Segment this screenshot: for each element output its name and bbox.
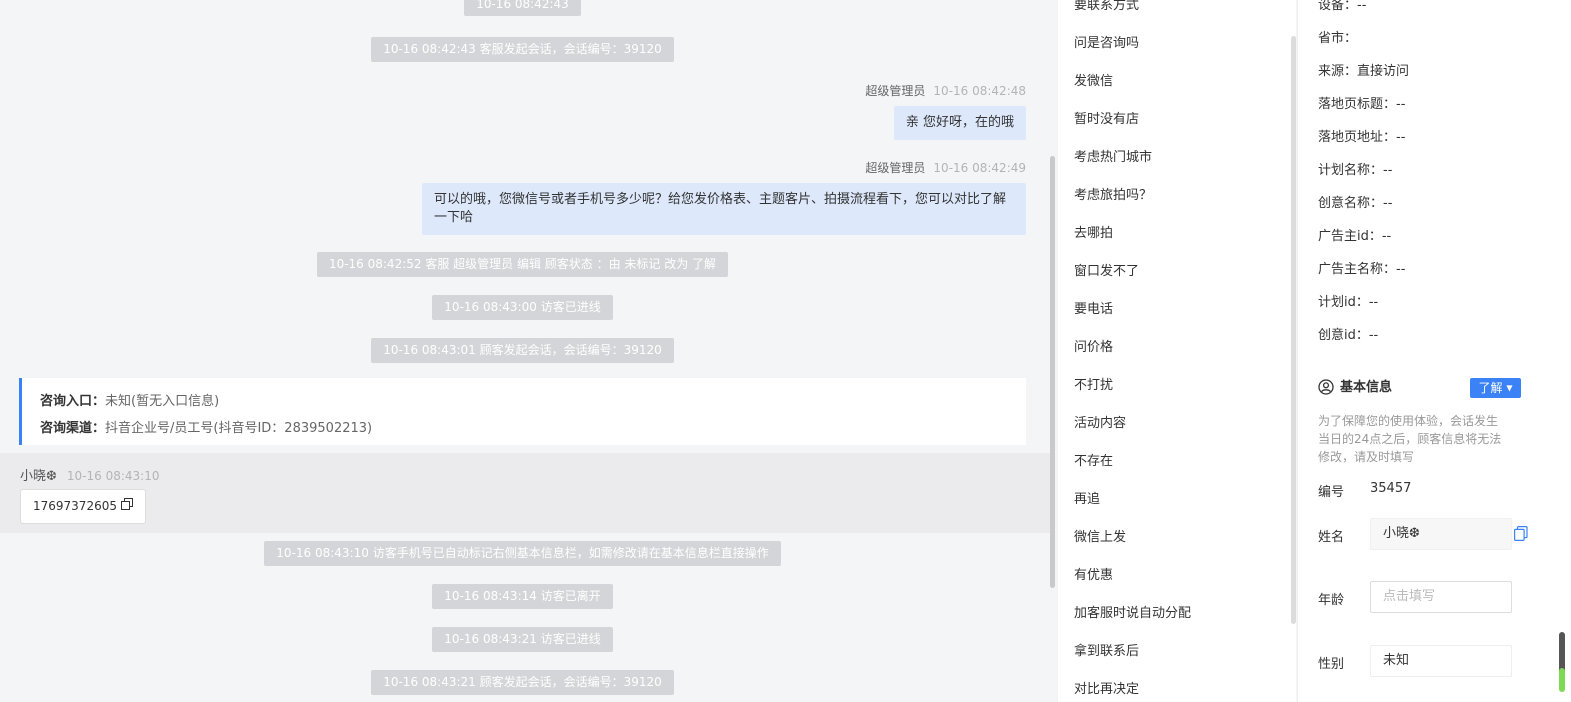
quick-reply-panel: 要联系方式 问是咨询吗 发微信 暂时没有店 考虑热门城市 考虑旅拍吗？ 去哪拍 …	[1058, 0, 1296, 702]
quick-reply-item[interactable]: 窗口发不了	[1074, 262, 1139, 282]
sender-name: 超级管理员	[865, 84, 926, 98]
info-scrollbar-indicator	[1559, 668, 1565, 692]
system-message: 10-16 08:43:00 访客已进线	[0, 295, 1045, 320]
system-message: 10-16 08:42:43	[0, 0, 1045, 16]
consult-entry-row: 咨询入口：未知(暂无入口信息)	[40, 388, 1026, 415]
age-input[interactable]: 点击填写	[1370, 581, 1512, 613]
agent-message-bubble[interactable]: 可以的哦，您微信号或者手机号多少呢？给您发价格表、主题客片、拍摄流程看下，您可以…	[422, 183, 1026, 235]
quick-reply-item[interactable]: 问价格	[1074, 338, 1113, 358]
agent-message-bubble[interactable]: 亲 您好呀，在的哦	[893, 106, 1026, 140]
info-landing-url: 落地页地址：--	[1318, 130, 1406, 145]
basic-info-header: 基本信息	[1318, 377, 1392, 399]
consult-channel-row: 咨询渠道：抖音企业号/员工号(抖音号ID：2839502213)	[40, 415, 1026, 442]
info-plan-name: 计划名称：--	[1318, 163, 1393, 178]
consult-entry-label: 咨询入口：	[40, 394, 106, 409]
quick-reply-item[interactable]: 发微信	[1074, 72, 1113, 92]
agent-message-meta: 超级管理员 10-16 08:42:48	[865, 82, 1026, 99]
quick-reply-item[interactable]: 微信上发	[1074, 528, 1126, 548]
message-time: 10-16 08:42:49	[933, 161, 1026, 175]
consult-channel-value: 抖音企业号/员工号(抖音号ID：2839502213)	[105, 421, 373, 436]
quick-reply-item[interactable]: 对比再决定	[1074, 680, 1139, 700]
quick-reply-scrollbar[interactable]	[1291, 36, 1296, 624]
quick-reply-item[interactable]: 再追	[1074, 490, 1100, 510]
visitor-message-text: 17697372605	[33, 499, 117, 513]
quick-reply-item[interactable]: 问是咨询吗	[1074, 34, 1139, 54]
basic-info-title: 基本信息	[1340, 380, 1393, 395]
visitor-message-meta: 小晓❆ 10-16 08:43:10	[20, 465, 159, 484]
copy-icon[interactable]	[1514, 526, 1528, 545]
quick-reply-item[interactable]: 不存在	[1074, 452, 1113, 472]
message-time: 10-16 08:43:10	[66, 469, 160, 483]
system-message: 10-16 08:42:43 客服发起会话，会话编号：39120	[0, 37, 1045, 62]
chat-scrollbar[interactable]	[1050, 156, 1055, 588]
customer-info-panel: 设备：-- 省市： 来源：直接访问 落地页标题：-- 落地页地址：-- 计划名称…	[1297, 0, 1571, 702]
consult-info-card: 咨询入口：未知(暂无入口信息) 咨询渠道：抖音企业号/员工号(抖音号ID：283…	[19, 378, 1026, 445]
system-message: 10-16 08:43:10 访客手机号已自动标记右侧基本信息栏，如需修改请在基…	[0, 541, 1045, 566]
consult-channel-label: 咨询渠道：	[40, 421, 106, 436]
system-message: 10-16 08:43:14 访客已离开	[0, 584, 1045, 609]
customer-status-dropdown[interactable]: 了解 ▼	[1470, 378, 1521, 398]
name-label: 姓名	[1318, 530, 1345, 545]
info-device: 设备：--	[1318, 0, 1367, 13]
quick-reply-item[interactable]: 考虑热门城市	[1074, 148, 1152, 168]
edit-deadline-tip: 为了保障您的使用体验，会话发生当日的24点之后，顾客信息将无法修改，请及时填写	[1318, 414, 1502, 464]
visitor-message-bubble[interactable]: 17697372605	[20, 489, 146, 524]
user-circle-icon	[1318, 378, 1334, 395]
info-advertiser-id: 广告主id：--	[1318, 229, 1392, 244]
system-message: 10-16 08:43:21 顾客发起会话，会话编号：39120	[0, 670, 1045, 695]
quick-reply-item[interactable]: 不打扰	[1074, 376, 1113, 396]
sender-name: 超级管理员	[865, 161, 926, 175]
id-label: 编号	[1318, 485, 1345, 500]
age-label: 年龄	[1318, 593, 1345, 608]
system-message: 10-16 08:42:52 客服 超级管理员 编辑 顾客状态 ：由 未标记 改…	[0, 252, 1045, 277]
chat-panel: 10-16 08:42:43 10-16 08:42:43 客服发起会话，会话编…	[0, 0, 1058, 702]
quick-reply-item[interactable]: 考虑旅拍吗？	[1074, 186, 1152, 206]
info-advertiser-name: 广告主名称：--	[1318, 262, 1406, 277]
info-source: 来源：直接访问	[1318, 64, 1410, 79]
visitor-name: 小晓❆	[20, 469, 57, 484]
caret-down-icon: ▼	[1506, 383, 1513, 393]
info-creative-id: 创意id：--	[1318, 328, 1379, 343]
quick-reply-item[interactable]: 去哪拍	[1074, 224, 1113, 244]
quick-reply-item[interactable]: 要电话	[1074, 300, 1113, 320]
info-plan-id: 计划id：--	[1318, 295, 1379, 310]
quick-reply-item[interactable]: 要联系方式	[1074, 0, 1139, 16]
quick-reply-item[interactable]: 加客服时说自动分配	[1074, 604, 1191, 624]
customer-status-label: 了解	[1478, 381, 1503, 395]
gender-label: 性别	[1318, 657, 1345, 672]
system-message: 10-16 08:43:01 顾客发起会话，会话编号：39120	[0, 338, 1045, 363]
info-province-city: 省市：	[1318, 31, 1358, 46]
info-landing-title: 落地页标题：--	[1318, 97, 1406, 112]
quick-reply-item[interactable]: 暂时没有店	[1074, 110, 1139, 130]
visitor-message-block: 小晓❆ 10-16 08:43:10 17697372605	[0, 453, 1050, 533]
agent-message-meta: 超级管理员 10-16 08:42:49	[865, 159, 1026, 176]
consult-entry-value: 未知(暂无入口信息)	[105, 394, 220, 409]
quick-reply-item[interactable]: 有优惠	[1074, 566, 1113, 586]
copy-icon[interactable]	[120, 490, 133, 523]
gender-select[interactable]: 未知	[1370, 645, 1512, 677]
quick-reply-item[interactable]: 活动内容	[1074, 414, 1126, 434]
message-time: 10-16 08:42:48	[933, 84, 1026, 98]
info-creative-name: 创意名称：--	[1318, 196, 1393, 211]
name-field[interactable]: 小晓❆	[1370, 518, 1512, 550]
id-value: 35457	[1370, 481, 1412, 496]
quick-reply-item[interactable]: 拿到联系后	[1074, 642, 1139, 662]
system-message: 10-16 08:43:21 访客已进线	[0, 627, 1045, 652]
